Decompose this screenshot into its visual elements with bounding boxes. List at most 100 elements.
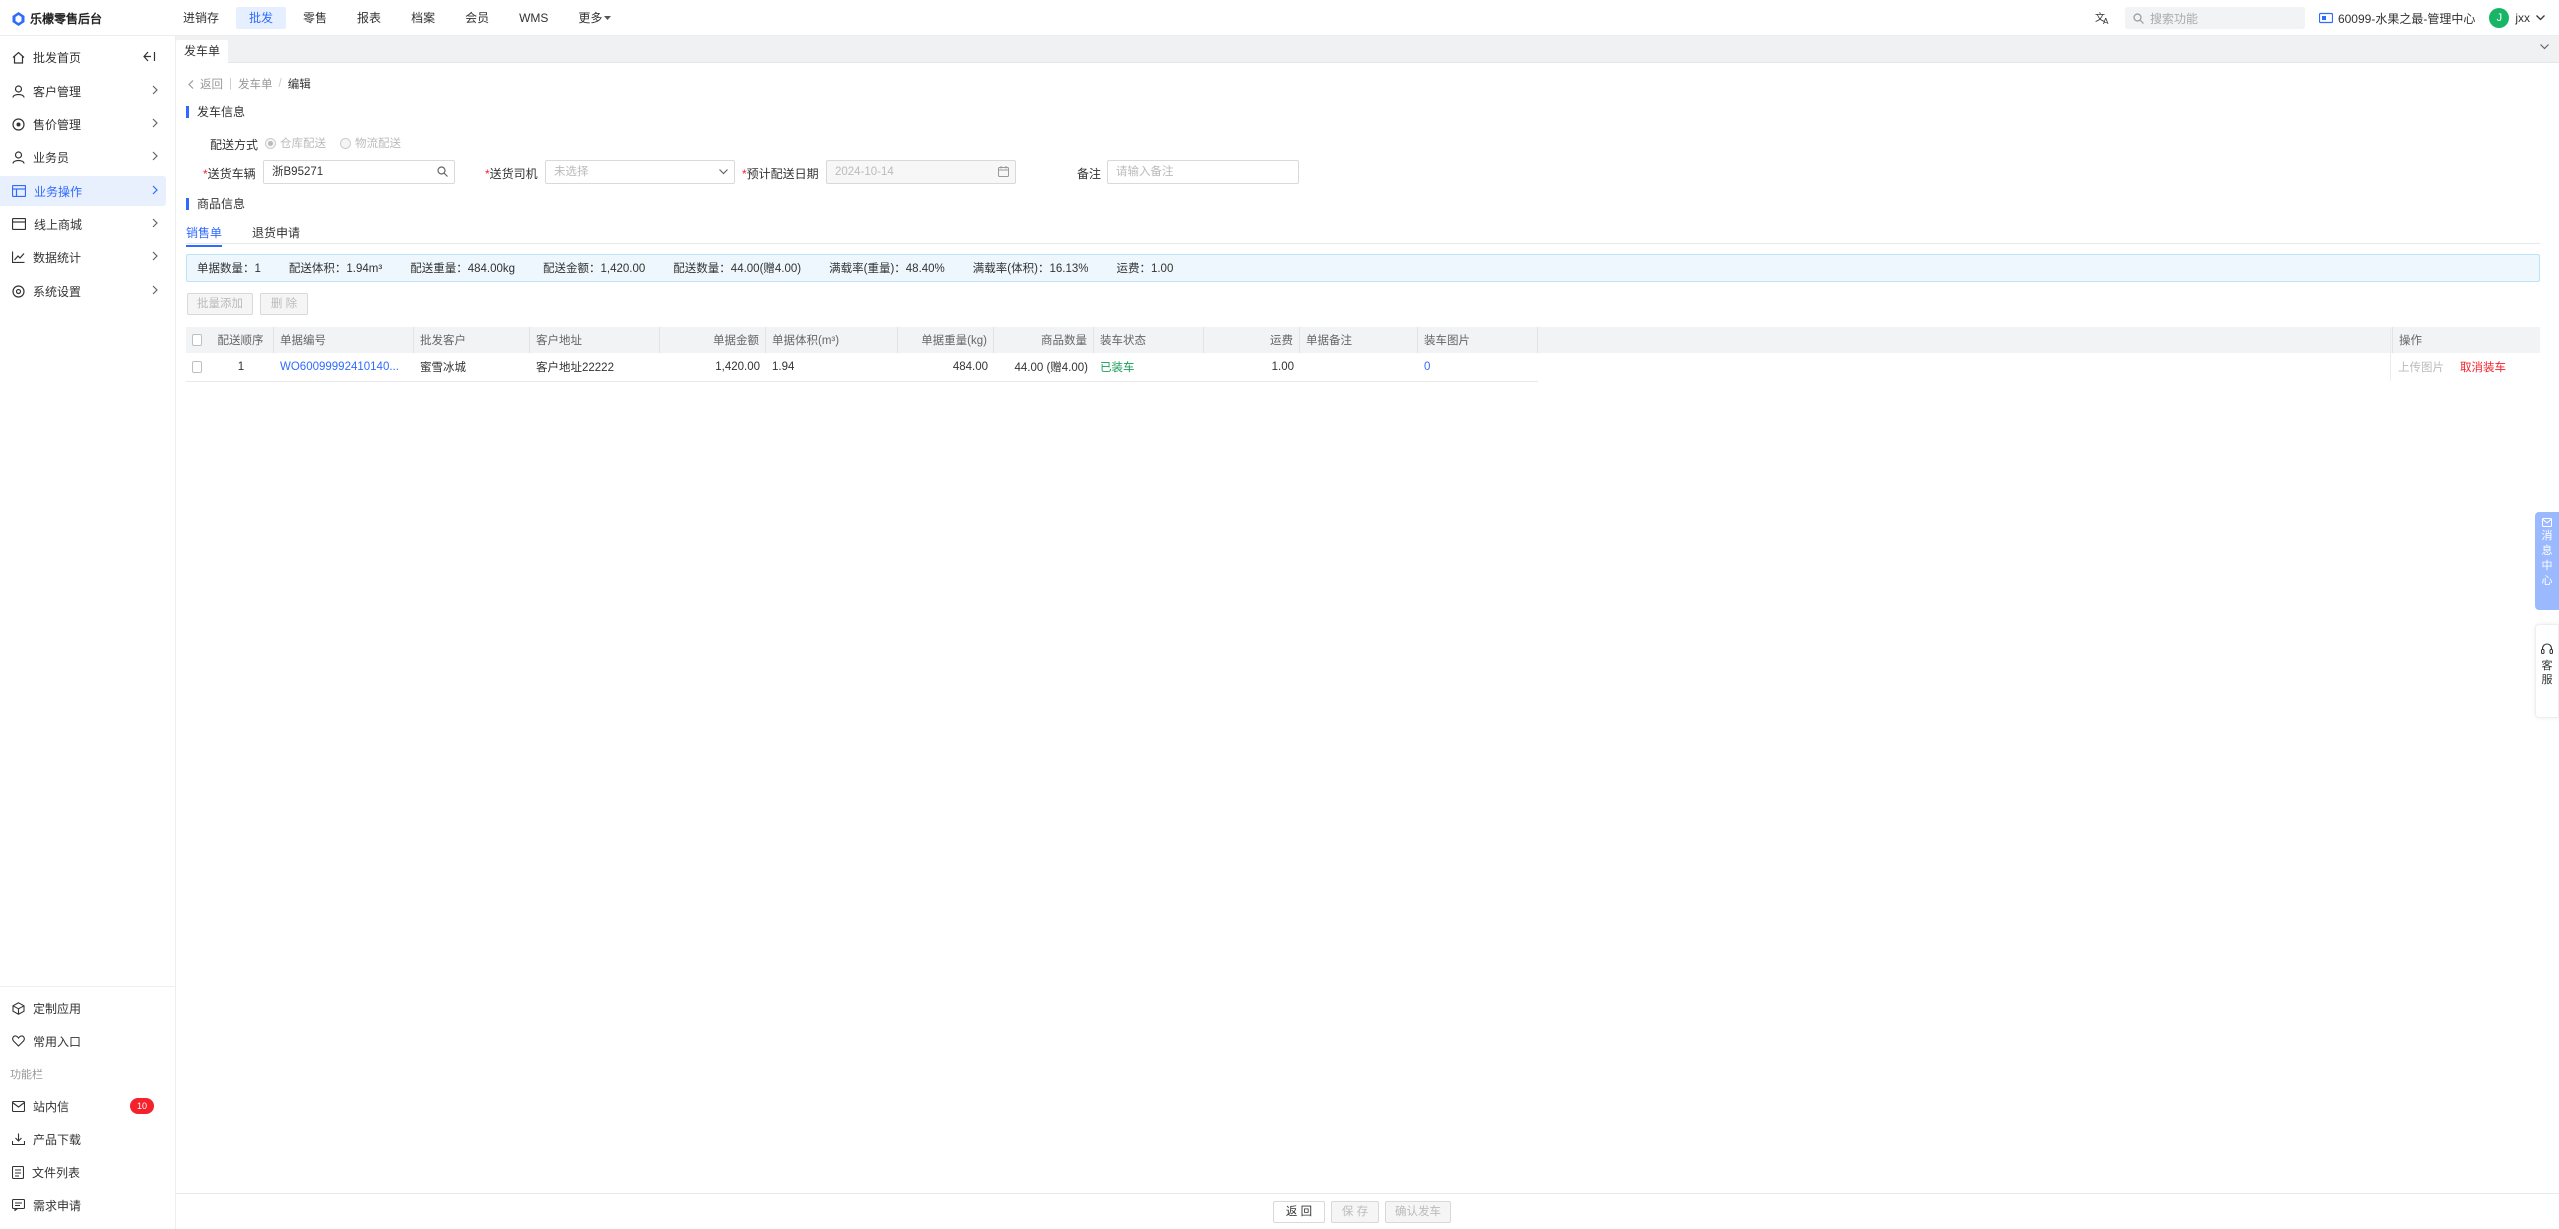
- user-menu[interactable]: J jxx: [2489, 8, 2545, 28]
- home-icon: [12, 51, 25, 64]
- cell-quantity: 44.00 (赠4.00): [1014, 362, 1088, 374]
- nav-reports[interactable]: 报表: [344, 7, 394, 29]
- float-char: 服: [2541, 674, 2553, 686]
- cancel-loading-button[interactable]: 取消装车: [2460, 359, 2506, 375]
- back-button[interactable]: 返 回: [1273, 1201, 1325, 1223]
- sidebar-item-inbox[interactable]: 站内信 10: [0, 1091, 166, 1121]
- confirm-dispatch-button[interactable]: 确认发车: [1385, 1201, 1451, 1223]
- nav-wms[interactable]: WMS: [506, 7, 561, 29]
- headset-icon: [2541, 643, 2553, 655]
- section-title-goods: 商品信息: [186, 198, 245, 210]
- header-select-all: [186, 327, 208, 353]
- save-button[interactable]: 保 存: [1331, 1201, 1379, 1223]
- float-char: 心: [2541, 575, 2553, 587]
- cell-images-link[interactable]: 0: [1418, 353, 1538, 381]
- delivery-date-picker[interactable]: 2024-10-14: [826, 160, 1016, 184]
- sidebar-item-operation[interactable]: 业务操作: [0, 176, 166, 206]
- message-center-float[interactable]: 消 息 中 心: [2535, 512, 2559, 610]
- store-name: 60099-水果之最-管理中心: [2337, 11, 2476, 26]
- sidebar-item-online-mall[interactable]: 线上商城: [0, 209, 166, 239]
- unread-badge: 10: [130, 1098, 154, 1114]
- row-checkbox[interactable]: [192, 361, 202, 373]
- app-logo[interactable]: 乐檬零售后台: [12, 10, 102, 27]
- chevron-right-icon: [152, 151, 158, 161]
- summary-amount: 配送金额：1,420.00: [543, 263, 646, 275]
- sidebar-item-price[interactable]: 售价管理: [0, 109, 166, 139]
- chevron-down-icon: [2536, 15, 2545, 21]
- float-char: 息: [2541, 545, 2553, 557]
- sidebar-item-file-list[interactable]: 文件列表: [0, 1157, 166, 1187]
- customer-service-float[interactable]: 客 服: [2535, 624, 2559, 718]
- sidebar-item-label: 产品下载: [33, 1132, 82, 1147]
- batch-add-button[interactable]: 批量添加: [187, 293, 253, 315]
- store-switcher[interactable]: 60099-水果之最-管理中心: [2318, 10, 2476, 27]
- breadcrumb-back[interactable]: 返回: [200, 76, 223, 92]
- summary-freight: 运费：1.00: [1116, 263, 1174, 275]
- cell-freight: 1.00: [1271, 361, 1294, 373]
- header-cell: 批发客户: [414, 327, 530, 353]
- breadcrumb-separator: /: [278, 78, 282, 90]
- breadcrumb-parent[interactable]: 发车单: [238, 76, 273, 92]
- chevron-right-icon: [152, 285, 158, 295]
- radio-logistics-delivery[interactable]: 物流配送: [340, 135, 401, 151]
- sidebar-item-label: 常用入口: [33, 1034, 82, 1049]
- sidebar-item-custom-apps[interactable]: 定制应用: [0, 993, 166, 1023]
- header-cell: 装车状态: [1094, 327, 1204, 353]
- cell-address: 客户地址22222: [536, 362, 614, 374]
- header-cell: 操作: [2392, 327, 2540, 353]
- tab-dispatch-order[interactable]: 发车单: [176, 40, 229, 63]
- cube-icon: [12, 1001, 25, 1015]
- header-cell: 配送顺序: [208, 327, 274, 353]
- summary-load-weight: 满载率(重量)：48.40%: [829, 263, 945, 275]
- nav-retail[interactable]: 零售: [290, 7, 340, 29]
- function-search-input[interactable]: 搜索功能: [2124, 7, 2305, 29]
- select-all-checkbox[interactable]: [192, 334, 202, 346]
- sidebar-item-wholesale-home[interactable]: 批发首页: [0, 42, 166, 72]
- chart-icon: [12, 251, 25, 263]
- cell-doc-no-link[interactable]: WO60099992410140...: [274, 353, 414, 381]
- cell-remark: [1300, 353, 1418, 381]
- header-cell: 装车图片: [1418, 327, 1538, 353]
- chevron-down-icon[interactable]: [2540, 44, 2549, 50]
- summary-quantity: 配送数量：44.00(赠4.00): [673, 263, 802, 275]
- delete-button[interactable]: 删 除: [260, 293, 308, 315]
- search-icon[interactable]: [437, 166, 448, 177]
- nav-inventory[interactable]: 进销存: [170, 7, 232, 29]
- sidebar-item-favorites[interactable]: 常用入口: [0, 1026, 166, 1056]
- chevron-left-icon[interactable]: [188, 79, 194, 89]
- cell-volume: 1.94: [772, 361, 795, 373]
- sidebar-item-label: 系统设置: [33, 284, 82, 299]
- sidebar-item-salesman[interactable]: 业务员: [0, 142, 166, 172]
- chevron-right-icon: [152, 218, 158, 228]
- sidebar-item-request[interactable]: 需求申请: [0, 1190, 166, 1220]
- breadcrumb-current: 编辑: [287, 79, 311, 91]
- sidebar-item-label: 业务操作: [34, 184, 83, 199]
- header-cell: 单据重量(kg): [898, 327, 994, 353]
- calendar-icon: [998, 166, 1009, 177]
- nav-wholesale[interactable]: 批发: [236, 7, 287, 29]
- sidebar: 批发首页 客户管理 售价管理 业务员 业务操作 线上商城 数据统计 系统设置 定…: [0, 36, 176, 1229]
- collapse-sidebar-icon[interactable]: [143, 51, 156, 62]
- radio-warehouse-delivery[interactable]: 仓库配送: [265, 135, 326, 151]
- chevron-right-icon: [152, 185, 158, 195]
- translate-icon[interactable]: 文A: [2095, 11, 2111, 25]
- cell-weight: 484.00: [952, 361, 988, 373]
- header-cell: 单据金额: [660, 327, 766, 353]
- store-icon: [2318, 12, 2333, 24]
- nav-more[interactable]: 更多: [565, 7, 624, 29]
- remark-input[interactable]: 请输入备注: [1107, 160, 1299, 184]
- sidebar-item-customer[interactable]: 客户管理: [0, 76, 166, 106]
- vehicle-input[interactable]: 浙B95271: [263, 160, 455, 184]
- row-divider: [186, 381, 1538, 382]
- upload-image-button[interactable]: 上传图片: [2398, 359, 2444, 375]
- sidebar-item-settings[interactable]: 系统设置: [0, 276, 166, 306]
- table-row[interactable]: 1 WO60099992410140... 蜜雪冰城 客户地址22222 1,4…: [186, 353, 2540, 381]
- sidebar-item-download[interactable]: 产品下载: [0, 1124, 166, 1154]
- nav-member[interactable]: 会员: [452, 7, 502, 29]
- sidebar-item-statistics[interactable]: 数据统计: [0, 242, 166, 272]
- chevron-down-icon: [719, 169, 728, 175]
- svg-text:A: A: [2103, 17, 2109, 25]
- nav-archive[interactable]: 档案: [398, 7, 448, 29]
- cell-amount: 1,420.00: [715, 361, 760, 373]
- driver-select[interactable]: 未选择: [545, 160, 735, 184]
